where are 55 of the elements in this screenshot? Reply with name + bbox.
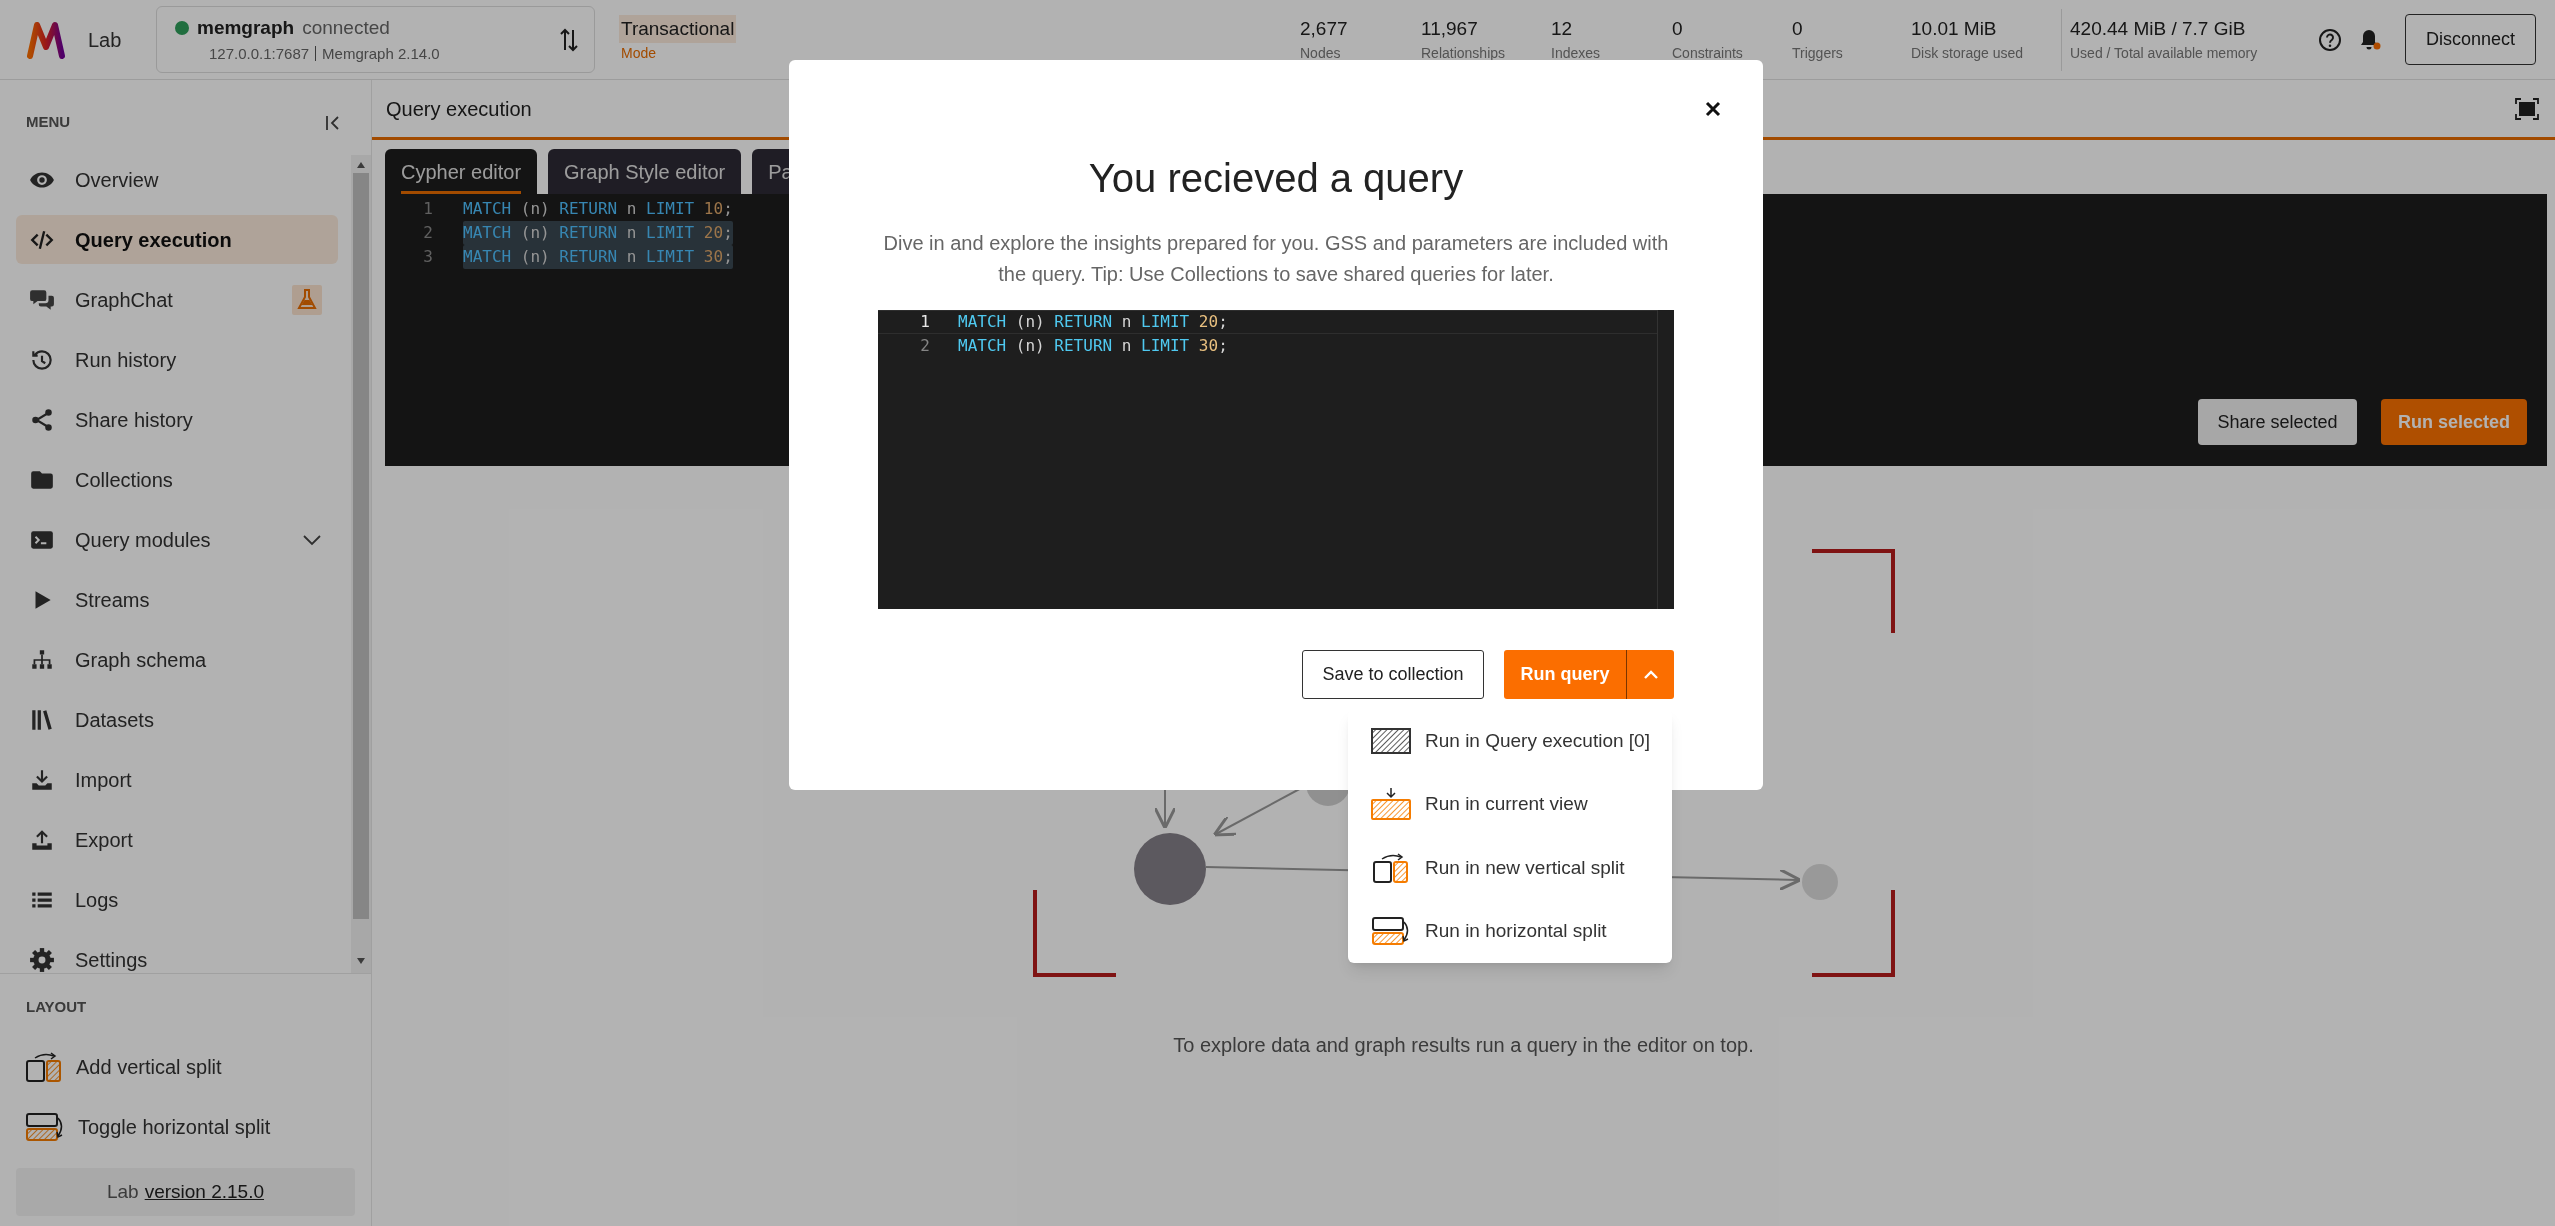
menu-item-label: Run in horizontal split	[1425, 919, 1607, 943]
sidebar-item-label: Streams	[75, 587, 151, 613]
mode-label: Mode	[620, 44, 658, 64]
stat-label: Constraints	[1672, 44, 1744, 64]
app-name: Lab	[88, 27, 122, 53]
layout-heading: LAYOUT	[25, 997, 88, 1017]
code-line: MATCH (n) RETURN n LIMIT 30;	[958, 335, 1228, 357]
connection-name: memgraph	[197, 16, 295, 40]
stat-value: 0	[1672, 16, 1684, 41]
menu-item-label: Run in current view	[1425, 792, 1588, 816]
line-number: 3	[422, 246, 433, 268]
line-number: 1	[422, 198, 433, 220]
stat-label: Disk storage used	[1911, 44, 2025, 64]
stat-value: 11,967	[1421, 16, 1479, 41]
layout-option-label: Add vertical split	[76, 1055, 222, 1080]
stat-label: Nodes	[1300, 44, 1342, 64]
sidebar-item-label: Overview	[75, 167, 160, 193]
menu-heading: MENU	[26, 112, 71, 133]
sidebar-item-label: Query modules	[75, 527, 212, 553]
stat-value: 0	[1792, 16, 1804, 41]
menu-item-label: Run in Query execution [0]	[1425, 728, 1650, 753]
stat-label: Indexes	[1551, 44, 1602, 64]
sidebar-item-label: Settings	[75, 947, 149, 973]
sidebar-item-label: Collections	[75, 467, 174, 493]
sidebar-item-label: Export	[75, 827, 134, 853]
sidebar-item-label: Query execution	[75, 227, 233, 253]
sidebar-item-label: Graph schema	[75, 647, 208, 673]
sidebar-item-label: Datasets	[75, 707, 155, 733]
line-number: 2	[422, 222, 433, 244]
code-line: MATCH (n) RETURN n LIMIT 20;	[958, 311, 1228, 333]
empty-state-message: To explore data and graph results run a query in the editor on top.	[1173, 1034, 1754, 1056]
stat-value: 12	[1551, 16, 1574, 41]
stat-label: Used / Total available memory	[2070, 44, 2259, 64]
stat-label: Triggers	[1792, 44, 1844, 64]
connection-address: 127.0.0.1:7687	[209, 43, 310, 64]
app-label: Lab	[106, 1179, 139, 1204]
connection-status: connected	[302, 16, 390, 40]
line-number: 2	[919, 335, 930, 357]
stat-value: 2,677	[1300, 16, 1349, 41]
dialog-description: Dive in and explore the insights prepared for you. GSS and parameters are included with the query. Tip: Use Collections to save shared queries for later.	[882, 231, 1670, 287]
layout-option-label: Toggle horizontal split	[78, 1115, 271, 1140]
code-line: MATCH (n) RETURN n LIMIT 10;	[463, 198, 733, 220]
stat-value: 420.44 MiB / 7.7 GiB	[2070, 16, 2247, 41]
dialog-title: You recieved a query	[1088, 155, 1464, 202]
sidebar-item-label: GraphChat	[75, 287, 174, 313]
stat-value: 10.01 MiB	[1911, 16, 1998, 41]
sidebar-item-label: Run history	[75, 347, 178, 373]
stat-label: Relationships	[1421, 44, 1507, 64]
sidebar-item-label: Share history	[75, 407, 194, 433]
sidebar-item-label: Import	[75, 767, 133, 793]
menu-item-label: Run in new vertical split	[1425, 855, 1625, 880]
server-version: Memgraph 2.14.0	[322, 43, 440, 64]
line-number: 1	[919, 311, 930, 333]
sidebar-item-label: Logs	[75, 887, 120, 913]
panel-title: Query execution	[386, 96, 532, 122]
